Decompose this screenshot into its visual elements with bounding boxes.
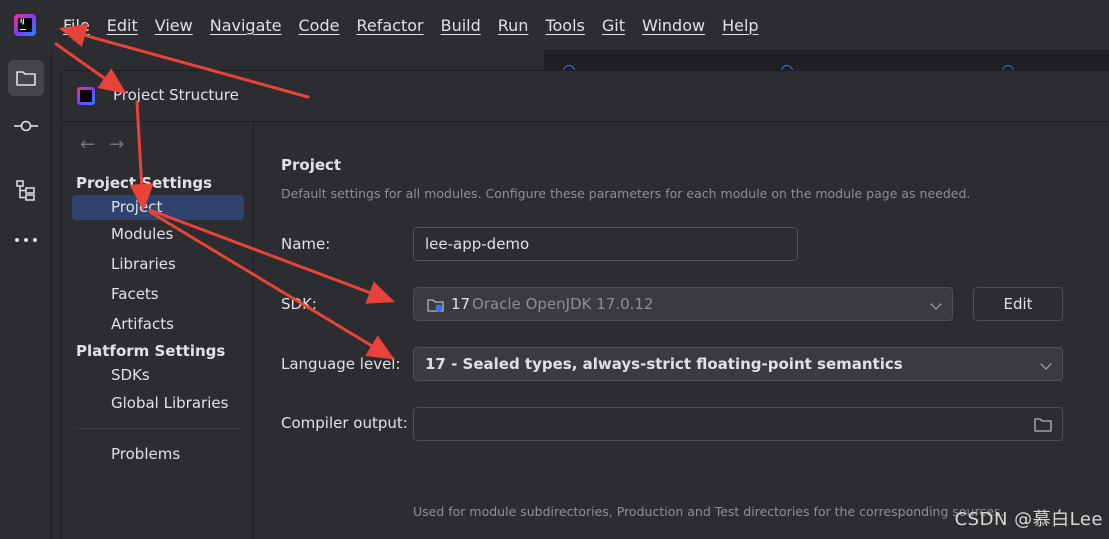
section-project-settings: Project Settings	[76, 174, 213, 192]
edit-sdk-button[interactable]: Edit	[973, 287, 1063, 321]
chevron-down-icon	[930, 298, 942, 310]
menu-file[interactable]: File	[63, 16, 90, 35]
dialog-title: Project Structure	[113, 86, 239, 104]
panel-description: Default settings for all modules. Config…	[281, 186, 971, 201]
editor-tab-strip	[544, 50, 1109, 72]
project-name-input[interactable]: lee-app-demo	[413, 227, 798, 261]
menu-code[interactable]: Code	[299, 16, 340, 35]
sidebar-item-global-libraries[interactable]: Global Libraries	[72, 391, 244, 416]
menu-bar: IJ File Edit View Navigate Code Refactor…	[0, 0, 1109, 50]
menu-help[interactable]: Help	[722, 16, 758, 35]
language-level-dropdown[interactable]: 17 - Sealed types, always-strict floatin…	[413, 347, 1063, 381]
compiler-output-input[interactable]	[413, 407, 1063, 441]
menu-git[interactable]: Git	[602, 16, 625, 35]
sdk-label: SDK:	[281, 295, 317, 313]
panel-title: Project	[281, 156, 342, 174]
language-level-value: 17 - Sealed types, always-strict floatin…	[425, 355, 903, 373]
structure-tool-button[interactable]	[8, 172, 44, 208]
project-tool-button[interactable]	[8, 60, 44, 96]
menu-window[interactable]: Window	[642, 16, 705, 35]
name-label: Name:	[281, 235, 331, 253]
forward-arrow-icon[interactable]: →	[109, 134, 124, 155]
compiler-output-label: Compiler output:	[281, 414, 408, 432]
sidebar-item-project[interactable]: Project	[72, 195, 244, 220]
jetbrains-logo-icon[interactable]: IJ	[14, 14, 36, 36]
section-platform-settings: Platform Settings	[76, 342, 226, 360]
menu-run[interactable]: Run	[498, 16, 529, 35]
sidebar-item-artifacts[interactable]: Artifacts	[72, 312, 244, 337]
commit-icon	[14, 120, 38, 132]
menu-tools[interactable]: Tools	[545, 16, 584, 35]
activity-bar	[0, 50, 52, 539]
sidebar-item-problems[interactable]: Problems	[72, 442, 244, 467]
settings-sidebar: ← → Project Settings Project Modules Lib…	[62, 122, 254, 539]
sidebar-item-facets[interactable]: Facets	[72, 282, 244, 307]
project-name-value: lee-app-demo	[425, 235, 530, 253]
watermark: CSDN @慕白Lee	[954, 509, 1103, 530]
sidebar-item-libraries[interactable]: Libraries	[72, 252, 244, 277]
menu-build[interactable]: Build	[441, 16, 481, 35]
folder-browse-icon[interactable]	[1034, 417, 1052, 432]
main-menu: File Edit View Navigate Code Refactor Bu…	[63, 0, 776, 50]
folder-icon	[16, 71, 36, 86]
sidebar-separator	[76, 428, 242, 429]
dialog-title-bar: Project Structure	[62, 71, 1109, 121]
menu-navigate[interactable]: Navigate	[210, 16, 282, 35]
menu-refactor[interactable]: Refactor	[356, 16, 423, 35]
project-settings-panel: Project Default settings for all modules…	[255, 122, 1109, 539]
language-level-label: Language level:	[281, 355, 401, 373]
menu-edit[interactable]: Edit	[107, 16, 138, 35]
jdk-folder-icon	[427, 299, 444, 312]
jetbrains-logo-icon	[77, 87, 95, 105]
sidebar-item-sdks[interactable]: SDKs	[72, 363, 244, 388]
sidebar-item-modules[interactable]: Modules	[72, 222, 244, 247]
history-navigation: ← →	[80, 134, 124, 155]
sdk-detail: Oracle OpenJDK 17.0.12	[472, 295, 654, 313]
back-arrow-icon[interactable]: ←	[80, 134, 95, 155]
project-structure-dialog: Project Structure ← → Project Settings P…	[61, 70, 1109, 539]
structure-icon	[16, 180, 35, 201]
menu-view[interactable]: View	[155, 16, 193, 35]
sdk-dropdown[interactable]: 17 Oracle OpenJDK 17.0.12	[413, 287, 953, 321]
compiler-output-hint: Used for module subdirectories, Producti…	[413, 504, 1005, 519]
sdk-version: 17	[451, 295, 471, 313]
chevron-down-icon	[1040, 358, 1052, 370]
more-tools-button[interactable]	[8, 222, 44, 258]
more-icon	[15, 238, 37, 242]
commit-tool-button[interactable]	[8, 108, 44, 144]
